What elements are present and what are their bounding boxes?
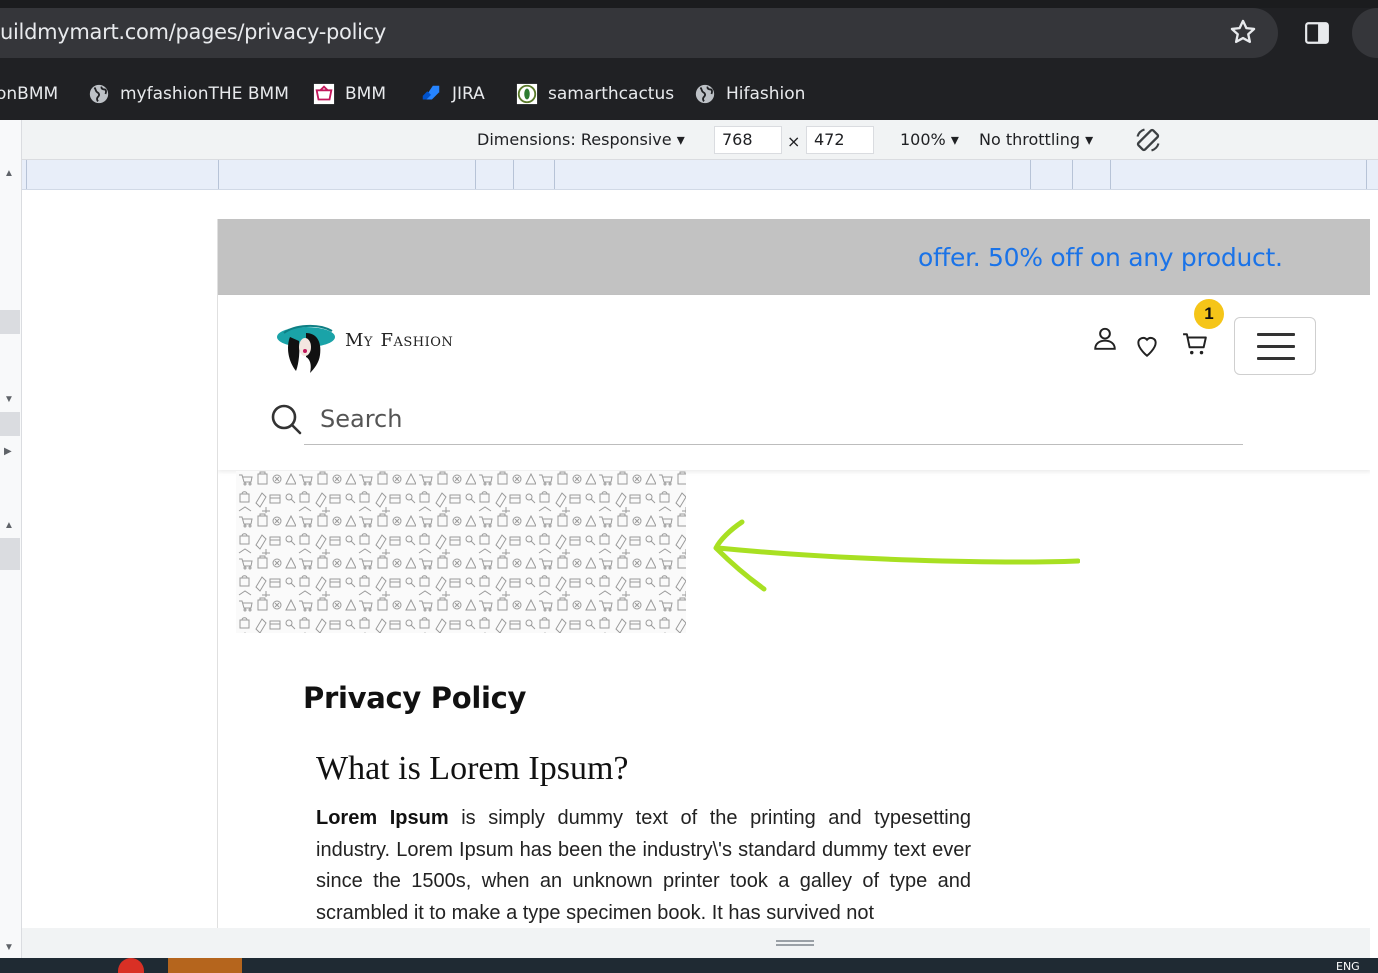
width-input[interactable]: 768 [714, 126, 782, 154]
ruler-segment[interactable] [475, 160, 476, 189]
taskbar-active-app[interactable] [168, 958, 242, 973]
url-text[interactable]: uildmymart.com/pages/privacy-policy [0, 20, 386, 44]
bookmark-onbmm[interactable]: onBMM [0, 78, 58, 110]
dropdown-caret-icon: ▾ [676, 130, 685, 149]
throttling-dropdown[interactable]: No throttling ▾ [979, 130, 1093, 149]
bookmark-star-icon[interactable] [1229, 18, 1257, 46]
language-indicator[interactable]: ENG [1336, 960, 1360, 973]
bookmark-bmm[interactable]: BMM [313, 78, 386, 110]
height-input[interactable]: 472 [806, 126, 874, 154]
brand-name-my: My [345, 330, 374, 351]
dimensions-label: Dimensions: Responsive [477, 130, 672, 149]
scroll-down-arrow-icon[interactable]: ▼ [4, 942, 14, 953]
side-panel-icon[interactable] [1304, 20, 1330, 46]
viewport-right-gutter [1370, 190, 1378, 958]
ruler-segment[interactable] [1030, 160, 1031, 189]
bookmark-samarthcactus[interactable]: samarthcactus [516, 78, 674, 110]
brand-name[interactable]: My Fashion [345, 327, 453, 352]
gutter-block [0, 538, 20, 570]
ruler-segment[interactable] [218, 160, 219, 189]
expand-arrow-icon[interactable]: ▶ [4, 446, 12, 457]
offer-bar: offer. 50% off on any product. [218, 219, 1370, 295]
scroll-up-arrow-icon[interactable]: ▲ [4, 168, 14, 179]
dropdown-caret-icon: ▾ [950, 130, 959, 149]
rotate-icon[interactable] [1134, 126, 1162, 154]
bookmark-label: myfashionTHE BMM [120, 84, 289, 104]
tab-strip [0, 0, 1378, 8]
viewport-resize-bar [22, 928, 1370, 958]
bookmark-myfashion[interactable]: myfashionTHE BMM [88, 78, 289, 110]
lorem-heading: What is Lorem Ipsum? [316, 750, 629, 787]
ruler-segment[interactable] [513, 160, 514, 189]
zoom-label: 100% [900, 130, 946, 149]
jira-icon [422, 85, 440, 100]
heart-icon[interactable] [1134, 333, 1160, 359]
bookmark-hifashion[interactable]: Hifashion [694, 78, 805, 110]
gutter-block [0, 310, 20, 334]
scroll-up-arrow-icon[interactable]: ▲ [4, 520, 14, 531]
hamburger-menu-button[interactable] [1234, 317, 1316, 375]
bmm-icon [313, 83, 335, 105]
bookmark-label: onBMM [0, 84, 59, 104]
bookmark-label: Hifashion [726, 84, 806, 104]
resize-handle-icon[interactable] [776, 940, 814, 946]
cart-icon[interactable] [1182, 331, 1208, 357]
lorem-bold: Lorem Ipsum [316, 807, 449, 829]
cactus-icon [516, 83, 538, 105]
brand-logo-icon[interactable] [276, 319, 338, 375]
search-icon[interactable] [270, 403, 302, 435]
os-taskbar: ENG [0, 958, 1378, 973]
hamburger-line [1257, 357, 1295, 360]
bookmarks-bar: onBMM myfashionTHE BMM BMM JIRA samarthc… [0, 68, 1378, 120]
annotation-arrow-icon [713, 519, 1080, 592]
zoom-dropdown[interactable]: 100% ▾ [900, 130, 959, 149]
media-query-ruler [22, 160, 1378, 190]
scroll-down-arrow-icon[interactable]: ▼ [4, 394, 14, 405]
browser-toolbar: uildmymart.com/pages/privacy-policy [0, 0, 1378, 68]
brand-name-fashion: Fashion [380, 330, 454, 351]
gutter-block [0, 412, 20, 436]
devtools-left-gutter: ▲ ▼ ▶ ▲ ▼ [0, 120, 22, 958]
times-separator: × [787, 132, 801, 151]
globe-icon [695, 84, 715, 104]
extensions-button[interactable] [1352, 8, 1378, 58]
globe-icon [89, 84, 109, 104]
device-toolbar: Dimensions: Responsive ▾ 768 × 472 100% … [22, 120, 1378, 160]
ruler-segment[interactable] [26, 160, 27, 189]
search-input[interactable] [304, 393, 1243, 445]
shopping-pattern-banner-image [236, 471, 686, 633]
throttling-label: No throttling [979, 130, 1081, 149]
offer-text[interactable]: offer. 50% off on any product. [918, 243, 1283, 272]
dropdown-caret-icon: ▾ [1085, 130, 1094, 149]
bookmark-label: JIRA [452, 84, 485, 104]
bookmark-label: samarthcactus [548, 84, 675, 104]
ruler-segment[interactable] [554, 160, 555, 189]
ruler-segment[interactable] [1366, 160, 1367, 189]
cart-count-badge: 1 [1194, 299, 1224, 329]
hamburger-line [1257, 345, 1295, 348]
user-icon[interactable] [1092, 325, 1118, 351]
bookmark-jira[interactable]: JIRA [420, 78, 485, 110]
lorem-paragraph: Lorem Ipsum is simply dummy text of the … [316, 803, 971, 928]
privacy-policy-title: Privacy Policy [303, 681, 527, 715]
taskbar-app-icon[interactable] [118, 958, 144, 973]
ruler-segment[interactable] [1072, 160, 1073, 189]
ruler-segment[interactable] [1110, 160, 1111, 189]
site-header: My Fashion 1 [218, 295, 1370, 470]
dimensions-dropdown[interactable]: Dimensions: Responsive ▾ [477, 130, 685, 149]
bookmark-label: BMM [345, 84, 386, 104]
hamburger-line [1257, 333, 1295, 336]
